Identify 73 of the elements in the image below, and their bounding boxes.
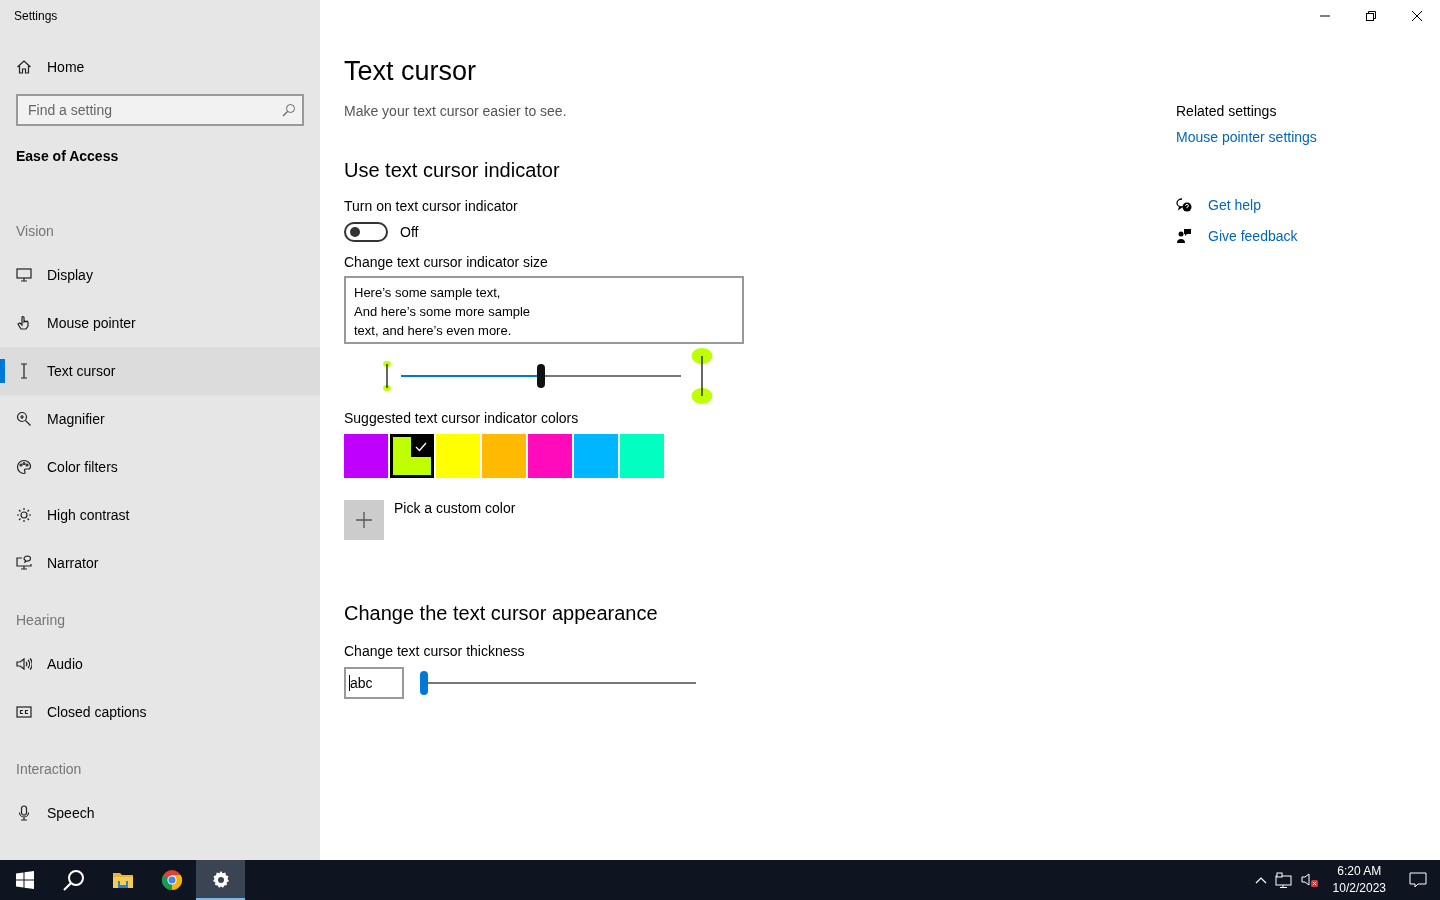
chevron-up-icon [1254,876,1267,884]
color-swatch[interactable] [344,434,388,478]
narrator-icon [16,555,32,571]
setting-label: Suggested text cursor indicator colors [344,410,579,426]
nav-item[interactable]: High contrast [0,491,320,539]
help-link[interactable]: Give feedback [1176,220,1298,251]
page-description: Make your text cursor easier to see. [344,103,567,119]
related-heading: Related settings [1176,103,1277,119]
gear-icon [210,870,231,890]
nav-item[interactable]: Display [0,251,320,299]
small-indicator-icon [382,361,392,391]
color-swatch[interactable] [574,434,618,478]
nav-item[interactable]: Narrator [0,539,320,587]
message-icon [1409,872,1427,888]
captions-icon [16,704,32,720]
window-title: Settings [14,9,58,23]
color-swatch[interactable] [528,434,572,478]
palette-icon [16,459,32,475]
nav-item[interactable]: Audio [0,640,320,688]
microphone-icon [16,805,32,821]
selection-bar [0,359,5,383]
nav-item[interactable]: Closed captions [0,688,320,736]
section-title: Ease of Access [16,148,119,164]
slider-thumb[interactable] [537,364,545,388]
speaker-icon [16,656,32,672]
color-swatch[interactable] [482,434,526,478]
nav-item[interactable]: Magnifier [0,395,320,443]
page-title: Text cursor [344,56,477,87]
setting-label: Change text cursor indicator size [344,254,548,270]
group-heading: Vision [16,223,54,239]
help-bubble-icon [1176,196,1192,213]
home-icon [16,59,32,75]
feedback-person-icon [1176,227,1192,244]
search-icon [62,869,85,891]
nav-item[interactable]: Color filters [0,443,320,491]
search-icon [282,103,296,117]
magnifier-icon [16,411,32,427]
toggle-state: Off [400,224,419,240]
close-icon [1412,11,1422,21]
restore-icon [1366,11,1376,21]
slider-track[interactable] [420,671,696,695]
nav-item[interactable]: Text cursor [0,347,320,395]
toggle-switch[interactable] [344,222,388,242]
hand-pointer-icon [16,315,32,331]
color-swatch[interactable] [436,434,480,478]
clock[interactable]: 6:20 AM 10/2/2023 [1322,863,1396,897]
section-heading: Use text cursor indicator [344,159,560,182]
section-heading: Change the text cursor appearance [344,602,658,625]
custom-color-button[interactable]: Pick a custom color [344,500,516,540]
sample-text-box: Here’s some sample text, And here’s some more sample text, and here’s even more. [344,276,744,344]
network-icon [1274,872,1293,888]
setting-label: Change text cursor thickness [344,643,525,659]
help-link[interactable]: Get help [1176,189,1261,220]
setting-label: Turn on text cursor indicator [344,198,518,214]
search-field[interactable]: Find a setting [16,94,304,126]
cursor-preview-field: abc [344,667,404,699]
nav-item[interactable]: Speech [0,789,320,837]
chrome-icon [160,869,183,891]
color-swatch[interactable] [620,434,664,478]
slider-thumb[interactable] [420,671,428,695]
taskbar-button[interactable] [196,860,245,900]
group-heading: Interaction [16,761,82,777]
group-heading: Hearing [16,612,66,628]
related-link[interactable]: Mouse pointer settings [1176,129,1317,145]
plus-icon [355,511,373,529]
monitor-icon [16,267,32,283]
color-swatch[interactable] [390,434,434,478]
nav-item[interactable]: Mouse pointer [0,299,320,347]
muted-speaker-icon [1300,872,1319,888]
sun-icon [16,507,32,523]
windows-logo-icon [15,871,34,889]
home-link[interactable]: Home [16,56,85,78]
slider-track[interactable] [401,364,681,388]
